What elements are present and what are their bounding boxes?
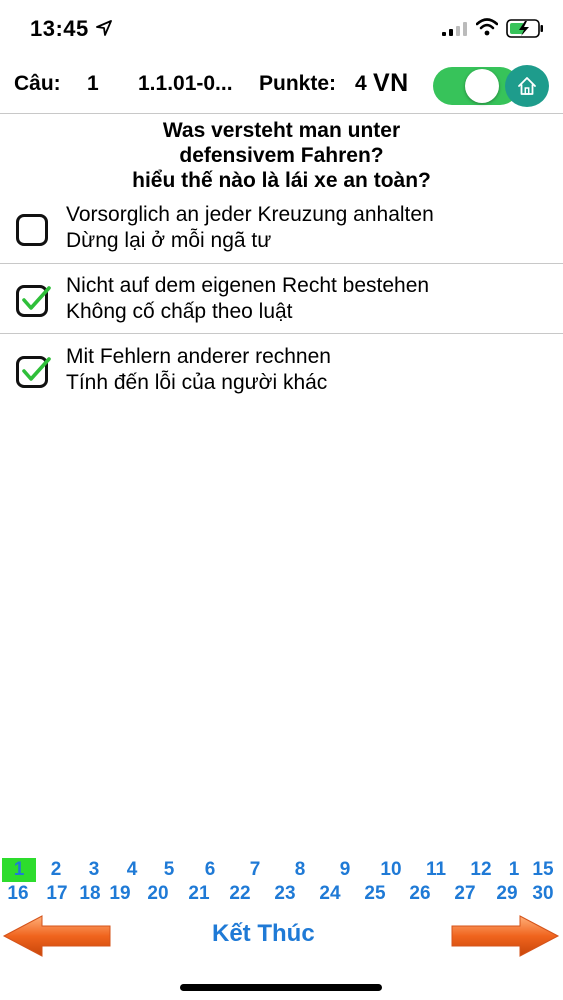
page-link[interactable]: 8: [288, 858, 312, 882]
answer-divider: [0, 333, 563, 334]
right-arrow-icon[interactable]: [450, 914, 560, 958]
page-link[interactable]: 12: [465, 858, 497, 882]
page-link[interactable]: 22: [224, 882, 256, 906]
page-link[interactable]: 27: [449, 882, 481, 906]
page-link[interactable]: 25: [359, 882, 391, 906]
page-link[interactable]: 24: [314, 882, 346, 906]
status-time: 13:45: [30, 16, 89, 41]
page-link-current[interactable]: 1: [2, 858, 36, 882]
page-link[interactable]: 21: [183, 882, 215, 906]
question-german-line1: Was versteht man unter: [162, 119, 401, 142]
location-arrow-icon: [96, 20, 112, 36]
answer-option-3[interactable]: Mit Fehlern anderer rechnen Tính đến lỗi…: [0, 344, 563, 412]
home-button[interactable]: [505, 65, 549, 107]
answer-vietnamese: Tính đến lỗi của người khác: [66, 371, 328, 394]
checkmark-icon: [22, 357, 51, 381]
answer-text: Vorsorglich an jeder Kreuzung anhalten D…: [66, 202, 434, 254]
question-vietnamese: hiểu thế nào là lái xe an toàn?: [132, 169, 431, 192]
answer-checkbox-checked[interactable]: [16, 285, 51, 317]
question-german-line2: defensivem Fahren?: [179, 144, 384, 167]
page-link[interactable]: 11: [420, 858, 452, 882]
page-link[interactable]: 17: [41, 882, 73, 906]
checkmark-icon: [22, 286, 51, 310]
answer-checkbox-checked[interactable]: [16, 356, 51, 388]
battery-charging-icon: [506, 19, 543, 38]
question-id: 1.1.01-0...: [138, 72, 233, 95]
answer-german: Nicht auf dem eigenen Recht bestehen: [66, 274, 430, 297]
answer-option-2[interactable]: Nicht auf dem eigenen Recht bestehen Khô…: [0, 273, 563, 341]
toggle-knob: [465, 69, 499, 103]
page-link[interactable]: 6: [198, 858, 222, 882]
page-link[interactable]: 3: [82, 858, 106, 882]
finish-button[interactable]: Kết Thúc: [212, 920, 315, 948]
answer-german: Vorsorglich an jeder Kreuzung anhalten: [66, 203, 434, 226]
page-link[interactable]: 5: [157, 858, 181, 882]
page-link[interactable]: 1: [504, 858, 524, 882]
left-arrow-icon[interactable]: [2, 914, 112, 958]
answer-vietnamese: Dừng lại ở mỗi ngã tư: [66, 229, 272, 252]
question-number: 1: [87, 72, 99, 95]
page-link[interactable]: 29: [491, 882, 523, 906]
page-link[interactable]: 15: [527, 858, 559, 882]
answer-vietnamese: Không cố chấp theo luật: [66, 300, 293, 323]
bottom-navigation: Kết Thúc: [0, 908, 563, 964]
points-value: 4: [355, 72, 367, 95]
answer-text: Nicht auf dem eigenen Recht bestehen Khô…: [66, 273, 429, 325]
page-link[interactable]: 16: [2, 882, 34, 906]
home-indicator: [180, 984, 382, 991]
answer-german: Mit Fehlern anderer rechnen: [66, 345, 331, 368]
question-header: Câu: 1 1.1.01-0... Punkte: 4 VN: [0, 62, 563, 108]
page-link[interactable]: 10: [375, 858, 407, 882]
cellular-signal-icon: [442, 22, 467, 36]
question-label: Câu:: [14, 72, 61, 95]
page-link[interactable]: 19: [104, 882, 136, 906]
header-divider: [0, 113, 563, 114]
question-pager: 1 2 3 4 5 6 7 8 9 10 11 12 1 15 16 17 18…: [0, 856, 563, 908]
answer-checkbox-unchecked[interactable]: [16, 214, 48, 246]
answer-text: Mit Fehlern anderer rechnen Tính đến lỗi…: [66, 344, 331, 396]
status-bar: 13:45: [0, 0, 563, 58]
page-link[interactable]: 26: [404, 882, 436, 906]
answer-divider: [0, 263, 563, 264]
page-link[interactable]: 18: [74, 882, 106, 906]
answer-option-1[interactable]: Vorsorglich an jeder Kreuzung anhalten D…: [0, 202, 563, 270]
home-icon: [518, 77, 536, 95]
page-link[interactable]: 4: [120, 858, 144, 882]
page-link[interactable]: 7: [243, 858, 267, 882]
question-text: Was versteht man unter defensivem Fahren…: [0, 118, 563, 193]
page-link[interactable]: 20: [142, 882, 174, 906]
page-link[interactable]: 23: [269, 882, 301, 906]
page-link[interactable]: 2: [44, 858, 68, 882]
page-link[interactable]: 30: [527, 882, 559, 906]
points-label: Punkte:: [259, 72, 337, 95]
page-link[interactable]: 9: [333, 858, 357, 882]
language-label: VN: [373, 69, 409, 97]
wifi-icon: [476, 18, 498, 36]
